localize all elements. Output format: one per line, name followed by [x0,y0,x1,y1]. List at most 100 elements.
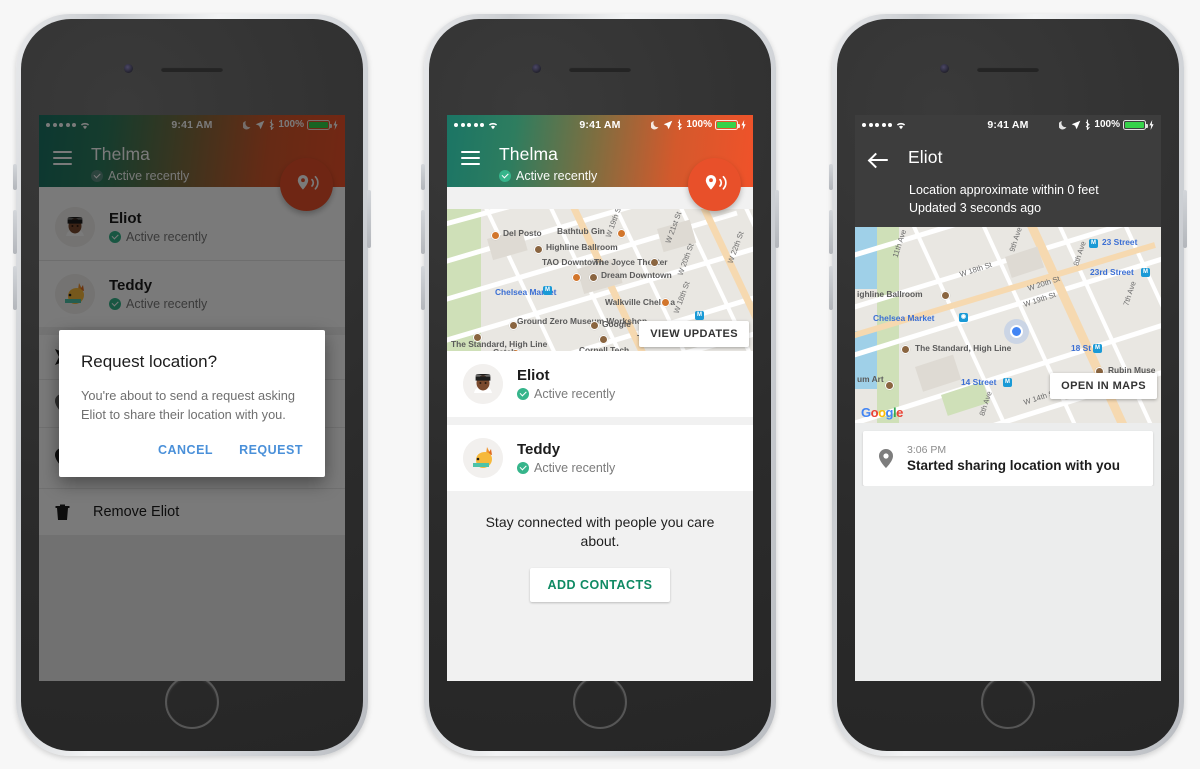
phone-2-body: 9:41 AM 100% Thelma Active recently Del … [429,18,771,751]
volume-down-button[interactable] [13,265,17,310]
p2-contact-list: Eliot Active recently Teddy Active recen… [447,350,753,491]
p3-timeline-filler [855,485,1161,681]
map-poi [650,257,659,267]
phone-3-screen: 9:41 AM 100% Eliot Location approximate … [855,114,1161,681]
p3-open-in-maps-button[interactable]: OPEN IN MAPS [1050,372,1157,399]
p3-map-place: ighline Ballroom [857,288,923,299]
p1-dialog-cancel-button[interactable]: CANCEL [158,443,213,457]
current-location-dot [1010,324,1023,338]
power-button[interactable] [775,189,779,248]
p3-map-place: The Standard, High Line [915,342,1012,353]
phone-1-body: 9:41 AM 100% Thelma [21,18,363,751]
volume-down-button[interactable] [421,265,425,310]
p2-view-updates-button[interactable]: VIEW UPDATES [639,320,749,347]
subway-icon: M [543,285,552,295]
p3-map-station: 14 Street [961,376,997,387]
earpiece-speaker [977,66,1039,72]
p2-list-item-eliot[interactable]: Eliot Active recently [447,350,753,425]
p2-promo-filler [447,625,753,681]
google-logo: Google [861,404,903,420]
location-arrow-icon [1072,120,1081,129]
map-poi [572,272,581,282]
silence-switch[interactable] [421,163,425,190]
p2-add-contacts-button[interactable]: ADD CONTACTS [530,567,670,602]
silence-switch[interactable] [829,163,833,190]
moon-icon [651,120,659,129]
p2-promo-text: Stay connected with people you care abou… [485,513,715,550]
p2-map-place: Catch [493,347,516,351]
map-poi [589,272,598,282]
p2-map-place: Bathtub Gin [557,225,605,236]
p3-map-station: 23 Street [1102,236,1138,247]
p3-map[interactable]: 11th Ave 9th Ave 8th Ave 7th Ave W 18th … [855,226,1161,423]
p2-header-status: Active recently [499,169,597,183]
p3-event-title: Started sharing location with you [907,457,1121,473]
p2-app-header: 9:41 AM 100% Thelma Active recently [447,114,753,211]
p3-header-title: Eliot [908,146,943,167]
home-button[interactable] [165,674,219,729]
p2-share-location-fab[interactable] [688,157,741,211]
p3-event-text: 3:06 PM Started sharing location with yo… [907,444,1120,473]
p2-status-bar: 9:41 AM 100% [447,115,753,135]
back-arrow-icon[interactable] [869,151,889,169]
active-check-icon [517,387,529,400]
p3-event-card[interactable]: 3:06 PM Started sharing location with yo… [863,430,1153,486]
p1-dialog-request-button[interactable]: REQUEST [239,443,303,457]
battery-icon [1123,119,1149,130]
home-button[interactable] [573,674,627,729]
battery-icon [715,119,741,130]
p2-list-item-teddy[interactable]: Teddy Active recently [447,424,753,491]
map-poi [534,244,543,254]
map-poi [885,380,894,390]
p2-map-place: Highline Ballroom [546,241,618,252]
p3-battery-pct: 100% [1094,119,1120,130]
p1-dialog-title: Request location? [81,351,218,371]
map-poi [901,344,910,354]
p3-note-line-1: Location approximate within 0 feet [909,182,1099,197]
subway-icon: M [695,310,704,320]
home-button[interactable] [981,674,1035,729]
front-camera-icon [124,63,133,73]
phone-3-body: 9:41 AM 100% Eliot Location approximate … [837,18,1179,751]
volume-up-button[interactable] [421,209,425,254]
p1-request-location-dialog: Request location? You're about to send a… [59,329,325,478]
earpiece-speaker [569,66,631,72]
teddy-avatar [463,437,503,478]
subway-icon: ◉ [959,312,968,322]
volume-up-button[interactable] [13,209,17,254]
p2-teddy-status: Active recently [534,460,616,475]
p2-eliot-status: Active recently [534,386,616,401]
p3-map-place: um Art [857,373,884,384]
p2-teddy-name: Teddy [517,440,561,458]
p2-header-title: Thelma [499,143,558,164]
p2-teddy-text: Teddy Active recently [517,441,615,475]
location-arrow-icon [664,120,673,129]
front-camera-icon [940,63,949,73]
silence-switch[interactable] [13,163,17,190]
p2-eliot-text: Eliot Active recently [517,367,615,401]
p3-note-line-2: Updated 3 seconds ago [909,200,1042,215]
p2-battery-pct: 100% [686,119,712,130]
p2-map-place: Google [602,318,631,329]
p2-map-place: Cornell Tech [579,344,630,351]
phone-2-screen: 9:41 AM 100% Thelma Active recently Del … [447,114,753,681]
bluetooth-icon [1086,119,1091,130]
volume-down-button[interactable] [829,265,833,310]
p2-header-status-label: Active recently [516,168,598,183]
eliot-avatar [463,363,503,404]
map-poi [661,297,670,307]
active-check-icon [499,169,511,182]
p3-status-bar: 9:41 AM 100% [855,115,1161,135]
power-button[interactable] [367,189,371,248]
map-poi [617,228,626,238]
volume-up-button[interactable] [829,209,833,254]
charging-bolt-icon [1149,119,1154,130]
subway-icon: M [1089,238,1098,248]
phone-1-screen: 9:41 AM 100% Thelma [39,114,345,681]
hamburger-icon[interactable] [461,150,480,165]
p3-event-time: 3:06 PM [907,443,947,456]
bluetooth-icon [678,119,683,130]
p2-map[interactable]: Del Posto Bathtub Gin Highline Ballroom … [447,208,753,351]
power-button[interactable] [1183,189,1187,248]
location-pin-icon [879,444,893,473]
